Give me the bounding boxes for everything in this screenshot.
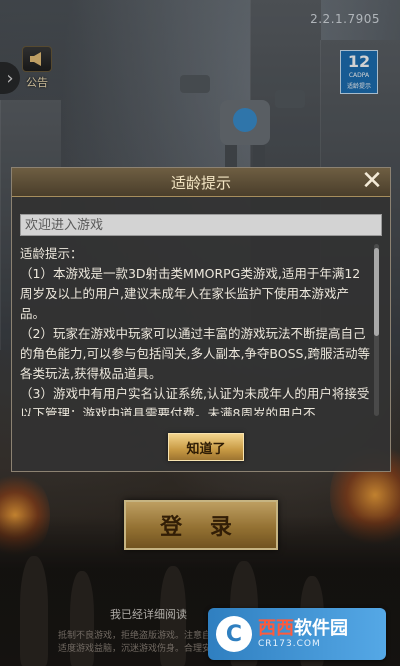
content-paragraph: （3）游戏中有用户实名认证系统,认证为未成年人的用户将接受以下管理：游戏中道具需… xyxy=(20,386,370,416)
welcome-bar: 欢迎进入游戏 xyxy=(20,214,382,236)
dialog-title: 适龄提示 xyxy=(170,173,231,192)
watermark-text: 西西软件园 CR173.COM xyxy=(258,619,348,650)
content-paragraph: （1）本游戏是一款3D射击类MMORPG类游戏,适用于年满12周岁及以上的用户,… xyxy=(20,266,361,321)
content-paragraph: （2）玩家在游戏中玩家可以通过丰富的游戏玩法不断提高自己的角色能力,可以参与包括… xyxy=(20,326,370,381)
close-icon[interactable]: ✕ xyxy=(360,168,384,194)
age-notice-dialog: 适龄提示 ✕ 欢迎进入游戏 适龄提示： （1）本游戏是一款3D射击类MMORPG… xyxy=(11,167,391,472)
watermark-logo-icon: C xyxy=(216,616,252,652)
content-heading: 适龄提示： xyxy=(20,246,83,261)
content-scrollbar[interactable] xyxy=(374,244,379,416)
site-watermark: C 西西软件园 CR173.COM xyxy=(208,608,386,660)
watermark-brand-white: 软件园 xyxy=(294,618,348,639)
dialog-header: 适龄提示 ✕ xyxy=(12,168,390,197)
watermark-url: CR173.COM xyxy=(258,639,321,649)
scrollbar-thumb[interactable] xyxy=(374,248,379,336)
dialog-content[interactable]: 适龄提示： （1）本游戏是一款3D射击类MMORPG类游戏,适用于年满12周岁及… xyxy=(20,244,370,416)
watermark-brand-red: 西西 xyxy=(258,618,294,639)
ok-button[interactable]: 知道了 xyxy=(168,433,244,461)
watermark-brand: 西西软件园 xyxy=(258,619,348,639)
